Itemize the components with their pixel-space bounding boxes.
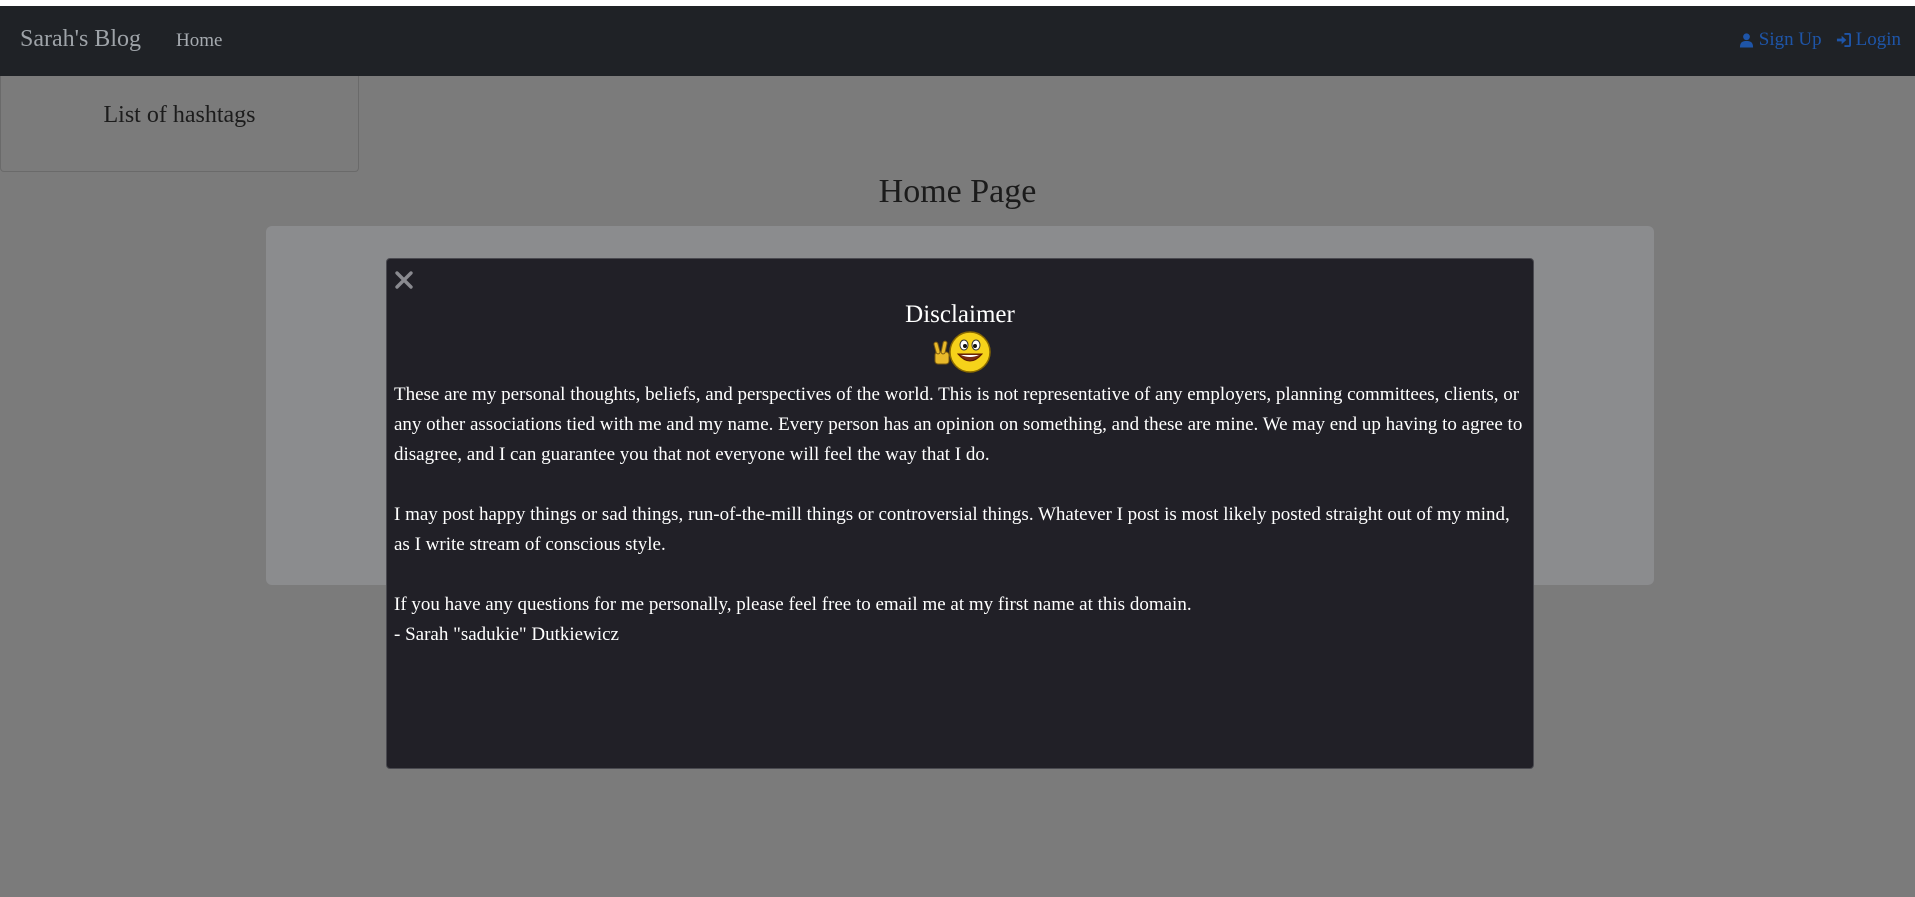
nav-home-link[interactable]: Home — [176, 30, 222, 52]
peace-hand-icon — [933, 340, 950, 365]
modal-body: These are my personal thoughts, beliefs,… — [394, 380, 1524, 650]
navbar: Sarah's Blog Home Sign Up Login — [0, 6, 1915, 76]
brand-link[interactable]: Sarah's Blog — [20, 26, 141, 53]
close-icon — [395, 271, 413, 289]
close-button[interactable] — [393, 269, 415, 291]
login-label: Login — [1855, 29, 1901, 50]
hashtags-title: List of hashtags — [103, 102, 256, 128]
hashtags-panel: List of hashtags — [0, 76, 359, 172]
nav-auth-links: Sign Up Login — [1739, 29, 1901, 51]
signup-link[interactable]: Sign Up — [1739, 29, 1822, 51]
disclaimer-modal: Disclaimer These are my personal thought… — [386, 258, 1534, 769]
disclaimer-paragraph: If you have any questions for me persona… — [394, 594, 1192, 615]
modal-title: Disclaimer — [905, 301, 1015, 328]
login-link[interactable]: Login — [1836, 29, 1901, 51]
disclaimer-paragraph: I may post happy things or sad things, r… — [394, 504, 1510, 555]
sign-in-icon — [1836, 32, 1851, 48]
disclaimer-paragraph: These are my personal thoughts, beliefs,… — [394, 384, 1523, 465]
user-icon — [1739, 33, 1753, 48]
page-title: Home Page — [878, 173, 1037, 210]
disclaimer-signature: - Sarah "sadukie" Dutkiewicz — [394, 624, 619, 645]
peace-smiley-emoji — [927, 330, 997, 374]
signup-label: Sign Up — [1758, 29, 1822, 50]
grinning-face-icon — [949, 331, 991, 373]
